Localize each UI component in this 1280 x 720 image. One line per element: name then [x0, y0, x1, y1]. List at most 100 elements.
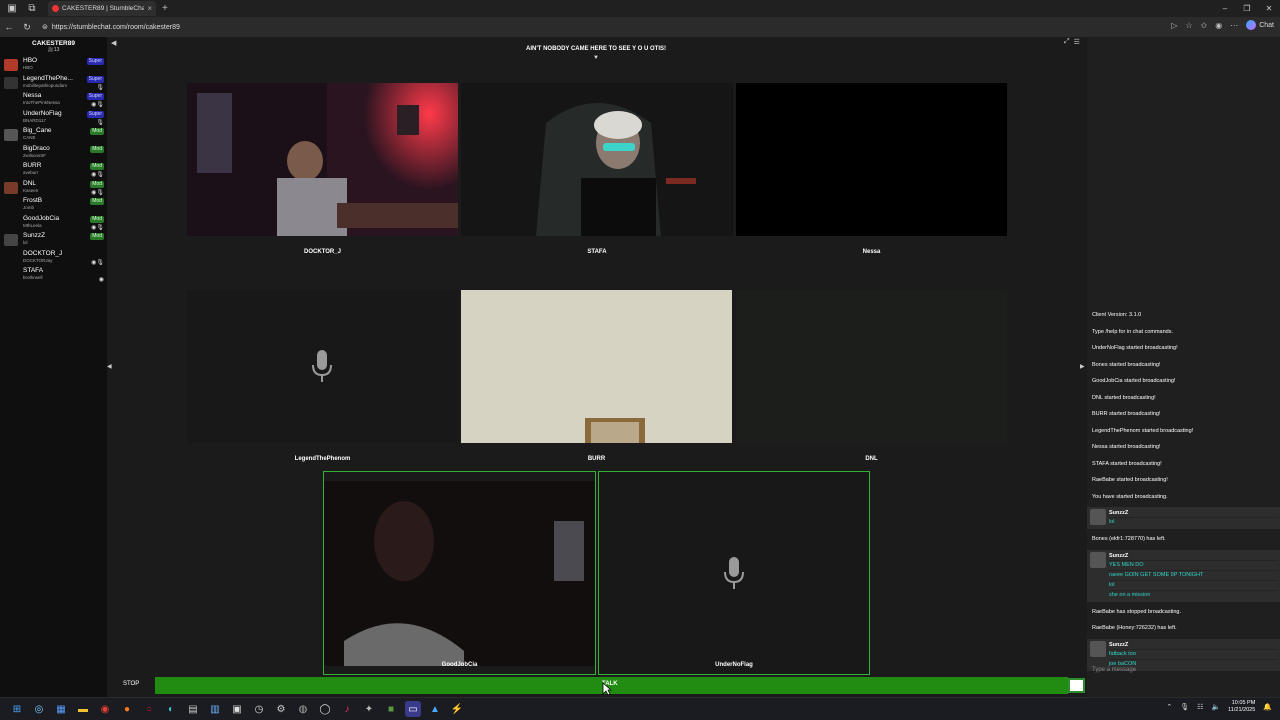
camera-username: GoodJobCia	[441, 662, 478, 668]
site-info-icon[interactable]: ⊜	[42, 23, 48, 31]
chat-line: raeee GOIN GET SOME 9P TONIGHT	[1109, 569, 1278, 580]
sidebar-toggle-icon[interactable]: ◀	[111, 39, 116, 47]
notification-bell-icon[interactable]: 🔔	[1263, 703, 1272, 711]
url-field[interactable]: ⊜ https://stumblechat.com/room/cakester8…	[42, 20, 1142, 34]
more-menu-icon[interactable]: ⋯	[1230, 21, 1238, 30]
user-list-item[interactable]: SunzzZ lol Mod	[0, 232, 107, 250]
photos-app-icon[interactable]: ▲	[427, 701, 443, 717]
calendar-icon[interactable]: ▣	[229, 701, 245, 717]
restore-icon[interactable]: ❐	[1236, 0, 1258, 17]
minecraft-icon[interactable]: ■	[383, 701, 399, 717]
window-controls: – ❐ ✕	[1214, 0, 1280, 17]
chat-collapse-arrow-icon[interactable]: ▶	[1080, 363, 1085, 370]
tab-list-icon[interactable]: ⧉	[24, 2, 40, 16]
user-status-icon: ◉🎙	[91, 102, 104, 108]
camera-video	[324, 481, 595, 666]
system-tray: ⌃ 🎙 ☷ 🔈 10:05 PM 11/21/2025 🔔	[1166, 700, 1272, 714]
user-list-item[interactable]: DNL Kaseen Mod ◉🎙	[0, 180, 107, 198]
close-tab-icon[interactable]: ×	[147, 4, 152, 13]
favorite-star-icon[interactable]: ☆	[1185, 21, 1192, 30]
favorites-icon[interactable]: ✩	[1201, 21, 1208, 30]
system-message: Nessa started broadcasting!	[1092, 444, 1161, 450]
tiktok-icon[interactable]: ♪	[339, 701, 355, 717]
flash-app-icon[interactable]: ⚡	[449, 701, 465, 717]
user-list-item[interactable]: Nessa IntoThePinkNessa Super ◉🎙	[0, 92, 107, 110]
talk-lock-toggle[interactable]	[1068, 678, 1085, 693]
camera-tile-speaking[interactable]: UnderNoFlag	[598, 471, 870, 675]
camera-username: DNL	[865, 456, 878, 462]
avatar	[4, 234, 18, 246]
user-status-icon: ◉🎙	[91, 259, 104, 266]
user-status-icon: ◉🎙	[91, 224, 104, 231]
role-badge: Mod	[90, 128, 104, 135]
user-status-icon: ◉	[98, 277, 104, 283]
settings-icon[interactable]: ⚙	[273, 701, 289, 717]
topic-expand-icon[interactable]: ▼	[593, 55, 599, 61]
camera-username: UnderNoFlag	[715, 662, 753, 668]
camera-tile[interactable]	[187, 83, 458, 236]
notepad-icon[interactable]: ▥	[207, 701, 223, 717]
camera-tile[interactable]	[736, 290, 1007, 443]
camera-tile[interactable]	[461, 290, 732, 443]
tab-actions-icon[interactable]: ▣	[4, 2, 20, 16]
opera-icon[interactable]: ○	[141, 701, 157, 717]
system-message: Type /help for in chat commands.	[1092, 328, 1174, 335]
windows-store-icon[interactable]: ▦	[53, 701, 69, 717]
copilot-chat-button[interactable]: Chat	[1246, 20, 1274, 30]
fullscreen-icon[interactable]: ⤢	[1064, 38, 1070, 46]
user-list-item[interactable]: STAFA brothrwell ◉	[0, 267, 107, 285]
minimize-icon[interactable]: –	[1214, 0, 1236, 17]
photos-icon[interactable]: ◍	[295, 701, 311, 717]
user-list-item[interactable]: Big_Cane CANE Mod	[0, 127, 107, 145]
stumblechat-favicon-icon	[52, 5, 59, 12]
copilot-app-icon[interactable]: ◎	[31, 701, 47, 717]
clock-time: 10:05 PM	[1231, 700, 1256, 706]
user-list-item[interactable]: HBO HBO Super	[0, 57, 107, 75]
network-icon[interactable]: ☷	[1197, 703, 1203, 711]
camera-tile[interactable]	[461, 83, 733, 236]
user-list-item[interactable]: UnderNoFlag BNARD117 Super 🎙	[0, 110, 107, 128]
camera-username: LegendThePhenom	[294, 456, 351, 462]
camera-tile-audio-only[interactable]	[187, 290, 458, 443]
microphone-tray-icon[interactable]: 🎙	[1180, 703, 1189, 711]
copilot-icon	[1246, 20, 1257, 30]
edge-icon[interactable]: ◐	[163, 701, 179, 717]
stop-broadcast-button[interactable]: STOP	[123, 681, 139, 687]
left-collapse-arrow-icon[interactable]: ◀	[107, 363, 112, 370]
camera-username: DOCKTOR_J	[304, 249, 341, 255]
tray-overflow-icon[interactable]: ⌃	[1166, 703, 1172, 711]
profile-icon[interactable]: ◉	[1215, 21, 1222, 30]
read-aloud-icon[interactable]: ▷	[1171, 21, 1177, 30]
user-list-item[interactable]: LegendThePhe... mobilitepathiopundam Super…	[0, 75, 107, 93]
clock-app-icon[interactable]: ◷	[251, 701, 267, 717]
chat-input[interactable]: Type a message	[1092, 667, 1136, 673]
game-icon[interactable]: ✦	[361, 701, 377, 717]
clock[interactable]: 10:05 PM 11/21/2025	[1228, 700, 1255, 714]
camera-username: BURR	[587, 456, 606, 462]
chat-line: fatback too	[1109, 648, 1278, 659]
camera-video	[187, 83, 458, 236]
back-icon[interactable]: ←	[0, 22, 18, 32]
hamburger-menu-icon[interactable]: ☰	[1074, 38, 1080, 46]
chat-author: SunzzZ	[1109, 552, 1129, 559]
start-icon[interactable]: ⊞	[9, 701, 25, 717]
user-list-item[interactable]: BURR aveburr Mod ◉🎙	[0, 162, 107, 180]
close-window-icon[interactable]: ✕	[1258, 0, 1280, 17]
file-explorer-icon[interactable]: ▬	[75, 701, 91, 717]
active-app-icon[interactable]: ▭	[405, 701, 421, 717]
user-handle: CANE	[23, 135, 36, 140]
chrome-icon[interactable]: ◉	[97, 701, 113, 717]
volume-icon[interactable]: 🔈	[1211, 703, 1220, 711]
firefox-icon[interactable]: ●	[119, 701, 135, 717]
user-list-item[interactable]: GoodJobCia MthLeela Mod ◉🎙	[0, 215, 107, 233]
browser-tab[interactable]: CAKESTER89 | StumbleChat ×	[48, 1, 156, 16]
refresh-icon[interactable]: ↻	[18, 22, 36, 33]
user-list-item[interactable]: FrostB Jomb Mod	[0, 197, 107, 215]
user-list-item[interactable]: DOCKTOR_J DOCKTORJay ◉🎙	[0, 250, 107, 268]
camera-tile[interactable]	[736, 83, 1007, 236]
user-list-item[interactable]: BigDraco 2wilsonsSF Mod	[0, 145, 107, 163]
camera-tile-speaking[interactable]: GoodJobCia	[323, 471, 596, 675]
app-icon-circle[interactable]: ◯	[317, 701, 333, 717]
new-tab-icon[interactable]: +	[162, 3, 168, 14]
calculator-icon[interactable]: ▤	[185, 701, 201, 717]
